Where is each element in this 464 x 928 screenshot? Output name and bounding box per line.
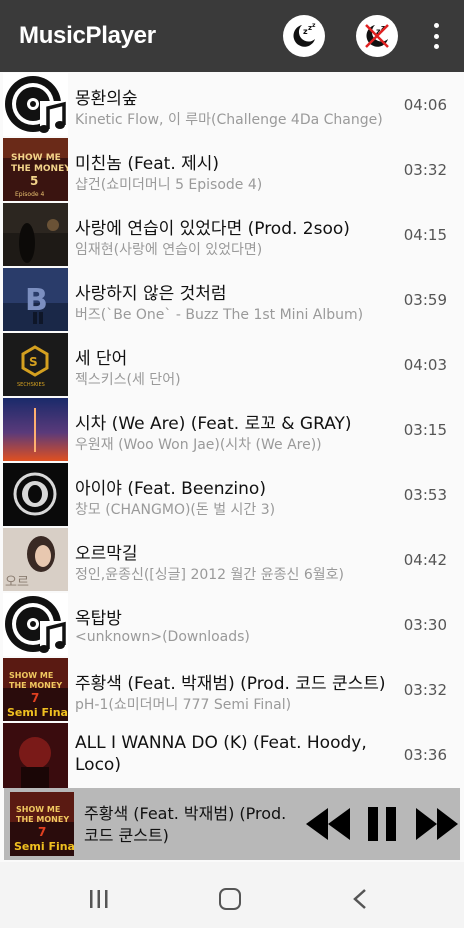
previous-button[interactable] xyxy=(304,806,352,842)
song-duration: 04:42 xyxy=(403,551,447,569)
song-row[interactable]: 아이야 (Feat. Beenzino) 창모 (CHANGMO)(돈 벌 시간… xyxy=(0,462,464,527)
song-row[interactable]: S SECHSKIES 세 단어 젝스키스(세 단어) 04:03 xyxy=(0,332,464,397)
song-title: 세 단어 xyxy=(75,349,128,369)
song-title: 주황색 (Feat. 박재범) (Prod. 코드 쿤스트) xyxy=(75,674,386,694)
default-disc-icon xyxy=(3,593,68,656)
sleep-timer-off-button[interactable]: z z xyxy=(356,15,398,57)
now-playing-album-art: SHOW ME THE MONEY 7 Semi Final xyxy=(10,792,74,856)
song-duration: 04:15 xyxy=(403,226,447,244)
song-row[interactable]: ALL I WANNA DO (K) (Feat. Hoody, Loco) 0… xyxy=(0,722,464,788)
next-button[interactable] xyxy=(414,806,460,842)
back-button[interactable] xyxy=(352,888,368,914)
song-artist-album: 우원재 (Woo Won Jae)(시차 (We Are)) xyxy=(75,437,322,453)
svg-text:SHOW ME: SHOW ME xyxy=(9,671,53,680)
next-icon xyxy=(416,808,458,840)
song-title: 사랑하지 않은 것처럼 xyxy=(75,284,227,304)
album-art: S SECHSKIES xyxy=(3,333,68,396)
song-artist-album: 창모 (CHANGMO)(돈 벌 시간 3) xyxy=(75,502,276,518)
back-icon xyxy=(353,889,366,909)
more-options-button[interactable] xyxy=(426,20,446,52)
song-duration: 03:36 xyxy=(403,746,447,764)
music-player-app: MusicPlayer z z z z z 몽환의숲 Kinetic Flow,… xyxy=(0,0,464,928)
song-row[interactable]: 시차 (We Are) (Feat. 로꼬 & GRAY) 우원재 (Woo W… xyxy=(0,397,464,462)
svg-text:7: 7 xyxy=(38,825,46,839)
song-artist-album: 샵건(쇼미더머니 5 Episode 4) xyxy=(75,177,263,193)
song-row[interactable]: SHOW ME THE MONEY 7 Semi Final 주황색 (Feat… xyxy=(0,657,464,722)
now-playing-bar[interactable]: SHOW ME THE MONEY 7 Semi Final 주황색 (Feat… xyxy=(4,788,460,860)
sleep-timer-button[interactable]: z z z xyxy=(283,15,325,57)
album-art: SHOW ME THE MONEY 7 Semi Final xyxy=(3,658,68,721)
album-art: B xyxy=(3,268,68,331)
svg-text:THE MONEY: THE MONEY xyxy=(16,815,69,824)
song-title: 시차 (We Are) (Feat. 로꼬 & GRAY) xyxy=(75,414,352,434)
pause-button[interactable] xyxy=(364,806,400,842)
album-art xyxy=(3,203,68,266)
song-title: ALL I WANNA DO (K) (Feat. Hoody, Loco) xyxy=(75,733,367,775)
song-title: 몽환의숲 xyxy=(75,89,138,109)
album-art xyxy=(3,723,68,788)
song-artist-album: 정인,윤종신([싱글] 2012 월간 윤종신 6월호) xyxy=(75,567,344,583)
app-bar: MusicPlayer z z z z z xyxy=(0,0,464,72)
song-row[interactable]: 옥탑방 <unknown>(Downloads) 03:30 xyxy=(0,592,464,657)
sleep-timer-off-icon: z z xyxy=(365,24,389,48)
svg-text:SHOW ME: SHOW ME xyxy=(11,153,61,163)
recent-apps-icon xyxy=(90,890,108,908)
svg-text:SECHSKIES: SECHSKIES xyxy=(17,382,45,388)
svg-text:THE MONEY: THE MONEY xyxy=(9,681,62,690)
song-duration: 03:53 xyxy=(403,486,447,504)
album-art xyxy=(3,463,68,526)
svg-text:S: S xyxy=(29,355,38,369)
svg-text:Semi Final: Semi Final xyxy=(14,840,74,853)
song-title: 옥탑방 xyxy=(75,609,122,629)
svg-text:THE MONEY: THE MONEY xyxy=(11,164,68,174)
system-nav-bar xyxy=(0,862,464,928)
svg-text:오르: 오르 xyxy=(5,575,29,590)
pause-icon xyxy=(368,807,396,841)
song-duration: 03:59 xyxy=(403,291,447,309)
svg-text:7: 7 xyxy=(31,691,39,705)
album-art: 오르 xyxy=(3,528,68,591)
home-button[interactable] xyxy=(219,888,241,910)
song-title: 오르막길 xyxy=(75,544,138,564)
now-playing-title: 주황색 (Feat. 박재범) (Prod. 코드 쿤스트) xyxy=(84,804,287,845)
song-list[interactable]: 몽환의숲 Kinetic Flow, 이 루마(Challenge 4Da Ch… xyxy=(0,72,464,788)
song-row[interactable]: 사랑에 연습이 있었다면 (Prod. 2soo) 임재현(사랑에 연습이 있었… xyxy=(0,202,464,267)
svg-text:5: 5 xyxy=(30,174,38,188)
song-row[interactable]: 오르 오르막길 정인,윤종신([싱글] 2012 월간 윤종신 6월호) 04:… xyxy=(0,527,464,592)
song-artist-album: pH-1(쇼미더머니 777 Semi Final) xyxy=(75,697,292,713)
song-artist-album: <unknown>(Downloads) xyxy=(75,629,250,645)
song-duration: 03:32 xyxy=(403,161,447,179)
more-vert-icon xyxy=(433,23,439,28)
song-title: 미친놈 (Feat. 제시) xyxy=(75,154,220,174)
song-title: 아이야 (Feat. Beenzino) xyxy=(75,479,266,499)
album-art xyxy=(3,398,68,461)
song-artist-album: 임재현(사랑에 연습이 있었다면) xyxy=(75,242,263,258)
song-duration: 04:03 xyxy=(403,356,447,374)
sleep-timer-icon: z z z xyxy=(293,22,316,47)
recent-apps-button[interactable] xyxy=(89,890,109,912)
album-art: SHOW ME THE MONEY 5 Episode 4 xyxy=(3,138,68,201)
song-row[interactable]: SHOW ME THE MONEY 5 Episode 4 미친놈 (Feat.… xyxy=(0,137,464,202)
app-title: MusicPlayer xyxy=(19,22,156,49)
previous-icon xyxy=(306,808,350,840)
song-duration: 03:15 xyxy=(403,421,447,439)
song-row[interactable]: 몽환의숲 Kinetic Flow, 이 루마(Challenge 4Da Ch… xyxy=(0,72,464,137)
svg-text:SHOW ME: SHOW ME xyxy=(16,805,60,814)
svg-text:Semi Final: Semi Final xyxy=(7,706,68,719)
default-disc-icon xyxy=(3,73,68,136)
song-duration: 03:32 xyxy=(403,681,447,699)
song-duration: 04:06 xyxy=(403,96,447,114)
song-duration: 03:30 xyxy=(403,616,447,634)
song-title: 사랑에 연습이 있었다면 (Prod. 2soo) xyxy=(75,219,350,239)
svg-text:z: z xyxy=(312,22,316,29)
song-artist-album: 젝스키스(세 단어) xyxy=(75,372,181,388)
song-artist-album: 버즈(`Be One` - Buzz The 1st Mini Album) xyxy=(75,307,364,323)
song-row[interactable]: B 사랑하지 않은 것처럼 버즈(`Be One` - Buzz The 1st… xyxy=(0,267,464,332)
song-artist-album: Kinetic Flow, 이 루마(Challenge 4Da Change) xyxy=(75,112,383,128)
svg-text:Episode 4: Episode 4 xyxy=(15,191,44,198)
